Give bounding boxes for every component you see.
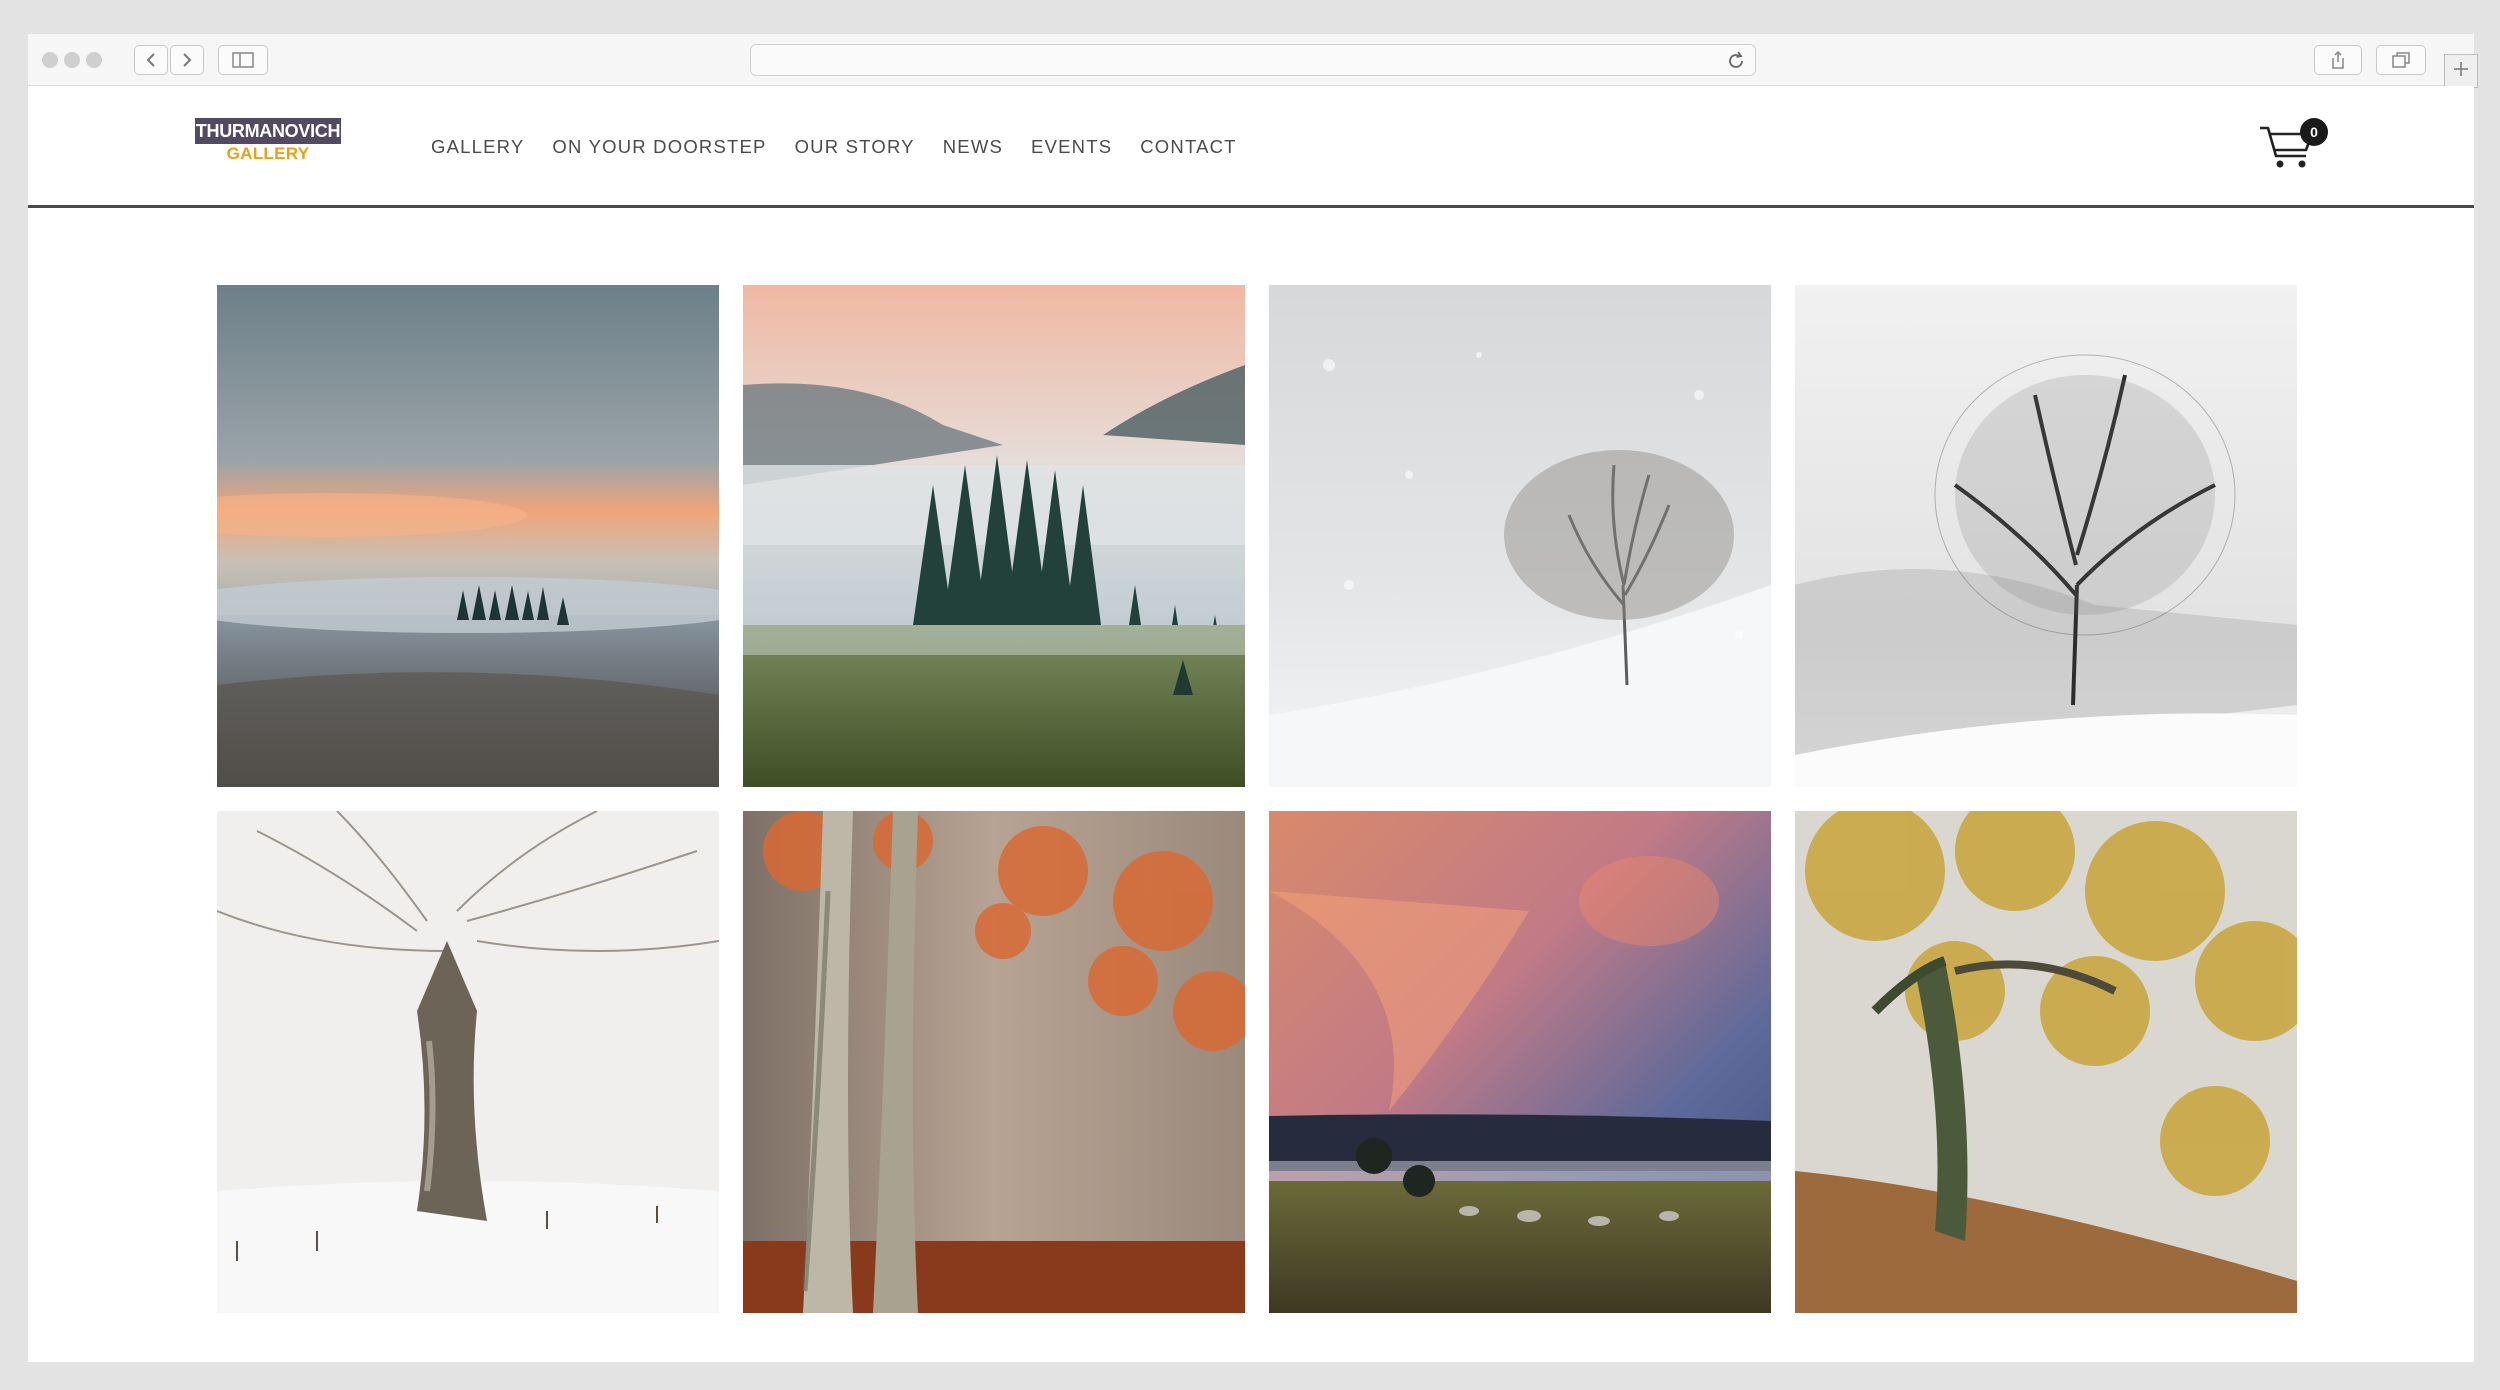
tabs-icon bbox=[2391, 51, 2411, 69]
gallery-image-bw-tree[interactable] bbox=[1795, 285, 2297, 787]
new-tab-button[interactable] bbox=[2444, 54, 2478, 88]
photo-gallery-grid bbox=[217, 285, 2299, 1313]
browser-toolbar bbox=[28, 34, 2474, 86]
nav-contact[interactable]: CONTACT bbox=[1140, 136, 1236, 158]
nav-events[interactable]: EVENTS bbox=[1031, 136, 1112, 158]
back-icon bbox=[144, 52, 158, 68]
new-tab-icon bbox=[2452, 60, 2470, 83]
share-button[interactable] bbox=[2314, 45, 2362, 75]
forward-icon bbox=[180, 52, 194, 68]
reload-icon[interactable] bbox=[1725, 50, 1747, 77]
gallery-image-snow-tree[interactable] bbox=[1269, 285, 1771, 787]
address-bar[interactable] bbox=[750, 44, 1756, 76]
share-icon bbox=[2329, 50, 2347, 70]
nav-on-your-doorstep[interactable]: ON YOUR DOORSTEP bbox=[552, 136, 766, 158]
maximize-window-button[interactable] bbox=[86, 52, 102, 68]
gallery-image-autumn-oaks[interactable] bbox=[1795, 811, 2297, 1313]
gallery-image-frosted-tree[interactable] bbox=[217, 811, 719, 1313]
logo-subtitle: GALLERY bbox=[226, 144, 310, 163]
browser-window: THURMANOVICH GALLERY GALLERY ON YOUR DOO… bbox=[28, 34, 2478, 1362]
back-button[interactable] bbox=[134, 45, 168, 75]
gallery-image-foggy-forest[interactable] bbox=[743, 285, 1245, 787]
nav-news[interactable]: NEWS bbox=[943, 136, 1003, 158]
show-tabs-button[interactable] bbox=[2376, 45, 2426, 75]
nav-gallery[interactable]: GALLERY bbox=[431, 136, 524, 158]
gallery-image-misty-valley[interactable] bbox=[217, 285, 719, 787]
sidebar-toggle-button[interactable] bbox=[218, 45, 268, 75]
forward-button[interactable] bbox=[170, 45, 204, 75]
main-navigation: GALLERY ON YOUR DOORSTEP OUR STORY NEWS … bbox=[431, 86, 1265, 208]
nav-our-story[interactable]: OUR STORY bbox=[795, 136, 915, 158]
close-window-button[interactable] bbox=[42, 52, 58, 68]
logo-name: THURMANOVICH bbox=[195, 118, 341, 144]
sidebar-icon bbox=[232, 52, 254, 68]
gallery-image-autumn-beech[interactable] bbox=[743, 811, 1245, 1313]
shopping-cart-icon bbox=[2258, 126, 2320, 176]
gallery-logo[interactable]: THURMANOVICH GALLERY bbox=[195, 118, 341, 164]
gallery-image-sunset-meadow[interactable] bbox=[1269, 811, 1771, 1313]
site-header: THURMANOVICH GALLERY GALLERY ON YOUR DOO… bbox=[28, 86, 2474, 208]
minimize-window-button[interactable] bbox=[64, 52, 80, 68]
cart-count-badge: 0 bbox=[2300, 118, 2328, 146]
